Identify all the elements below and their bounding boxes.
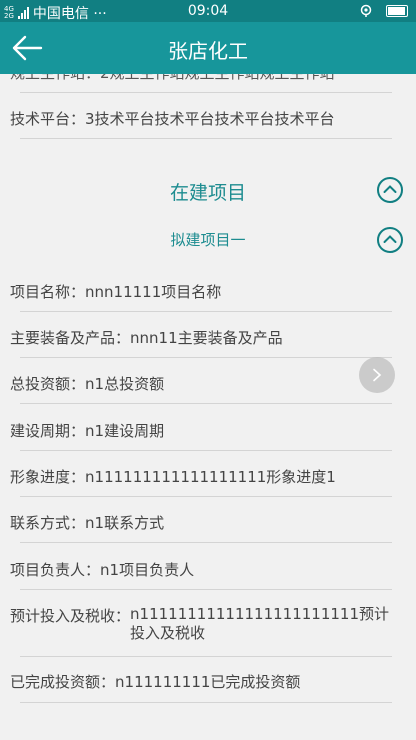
field-value: n1总投资额 [85,375,165,393]
field-value: n1建设周期 [85,422,165,440]
app-bar: 张店化工 [0,22,416,74]
field-value: n111111111111111111形象进度1 [85,468,336,486]
collapse-section-button[interactable] [377,177,403,203]
status-bar: 4G 2G 中国电信 ··· 09:04 [0,0,416,22]
field-completed-investment: 已完成投资额：n111111111已完成投资额 [10,671,300,692]
field-main-equipment: 主要装备及产品：nnn11主要装备及产品 [10,327,283,348]
field-label: 项目负责人： [10,561,101,579]
field-label: 已完成投资额： [10,673,116,691]
divider [20,357,392,358]
divider [20,496,392,497]
field-value: nnn11111项目名称 [85,283,222,301]
tech-platform-row: 技术平台：3技术平台技术平台技术平台技术平台 [10,110,335,128]
field-label: 联系方式： [10,514,86,532]
chevron-up-icon [383,185,397,193]
field-expected-investment-tax: 预计投入及税收：n11111111111111111111111预计 投入及税收 [10,605,389,643]
project-name-title: 拟建项目一 [170,231,246,249]
page-title: 张店化工 [168,39,248,63]
field-value: n1联系方式 [85,514,165,532]
detail-scroll-view[interactable]: 规上主作站：2规上主作站规上主作站规上主作站 技术平台：3技术平台技术平台技术平… [0,74,416,740]
divider [20,403,392,404]
field-label: 形象进度： [10,468,86,486]
divider [20,311,392,312]
chevron-up-icon [383,235,397,243]
next-floating-button[interactable] [359,357,395,393]
collapse-project-button[interactable] [377,227,403,253]
field-label: 建设周期： [10,422,86,440]
field-contact: 联系方式：n1联系方式 [10,512,164,533]
field-progress: 形象进度：n111111111111111111形象进度1 [10,466,336,487]
location-icon [360,4,372,17]
divider [20,656,392,657]
field-construction-period: 建设周期：n1建设周期 [10,420,164,441]
field-project-owner: 项目负责人：n1项目负责人 [10,559,194,580]
field-value: n11111111111111111111111预计 投入及税收 [130,605,389,643]
field-total-investment: 总投资额：n1总投资额 [10,373,164,394]
field-value: n1项目负责人 [100,561,195,579]
field-project-name: 项目名称：nnn11111项目名称 [10,281,221,302]
field-value-line: n11111111111111111111111预计 [130,605,390,623]
field-value: n111111111已完成投资额 [115,673,301,691]
divider [20,542,392,543]
field-value: nnn11主要装备及产品 [130,329,283,347]
field-label: 预计投入及税收： [10,607,131,625]
battery-icon [386,5,408,17]
field-label: 总投资额： [10,375,86,393]
divider [20,450,392,451]
clock: 09:04 [187,3,229,19]
divider [20,702,392,703]
chevron-right-icon [373,368,382,382]
divider [20,92,392,93]
section-title-projects: 在建项目 [169,182,246,204]
divider [20,138,392,139]
divider [20,589,392,590]
field-label: 主要装备及产品： [10,329,131,347]
field-value-line: 投入及税收 [130,624,206,642]
field-label: 项目名称： [10,283,86,301]
partial-row-workstation: 规上主作站：2规上主作站规上主作站规上主作站 [10,74,335,83]
